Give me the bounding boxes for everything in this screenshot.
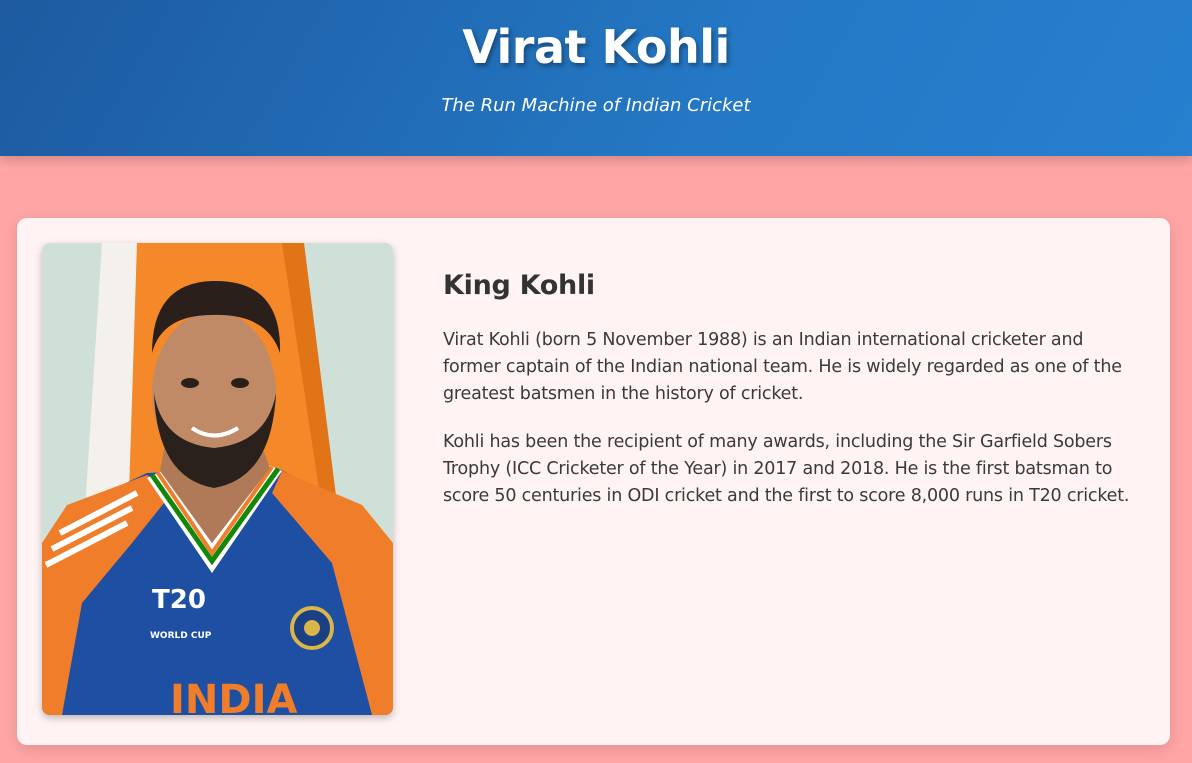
page-subtitle: The Run Machine of Indian Cricket	[441, 95, 751, 116]
bio-paragraph: Virat Kohli (born 5 November 1988) is an…	[443, 330, 1122, 404]
svg-text:WORLD CUP: WORLD CUP	[150, 631, 212, 641]
profile-heading: King Kohli	[443, 270, 595, 301]
page-header: Virat Kohli The Run Machine of Indian Cr…	[0, 0, 1192, 156]
page-title: Virat Kohli	[462, 20, 730, 74]
jersey-badge: T20 WORLD CUP	[150, 585, 212, 641]
bio-paragraph: Kohli has been the recipient of many awa…	[443, 432, 1130, 506]
jersey-text: INDIA	[170, 677, 297, 715]
svg-text:T20: T20	[152, 585, 206, 615]
profile-content: King Kohli Virat Kohli (born 5 November …	[443, 270, 1143, 531]
profile-card: T20 WORLD CUP INDIA King Kohli Virat Koh…	[17, 218, 1170, 745]
profile-photo: T20 WORLD CUP INDIA	[42, 243, 393, 715]
